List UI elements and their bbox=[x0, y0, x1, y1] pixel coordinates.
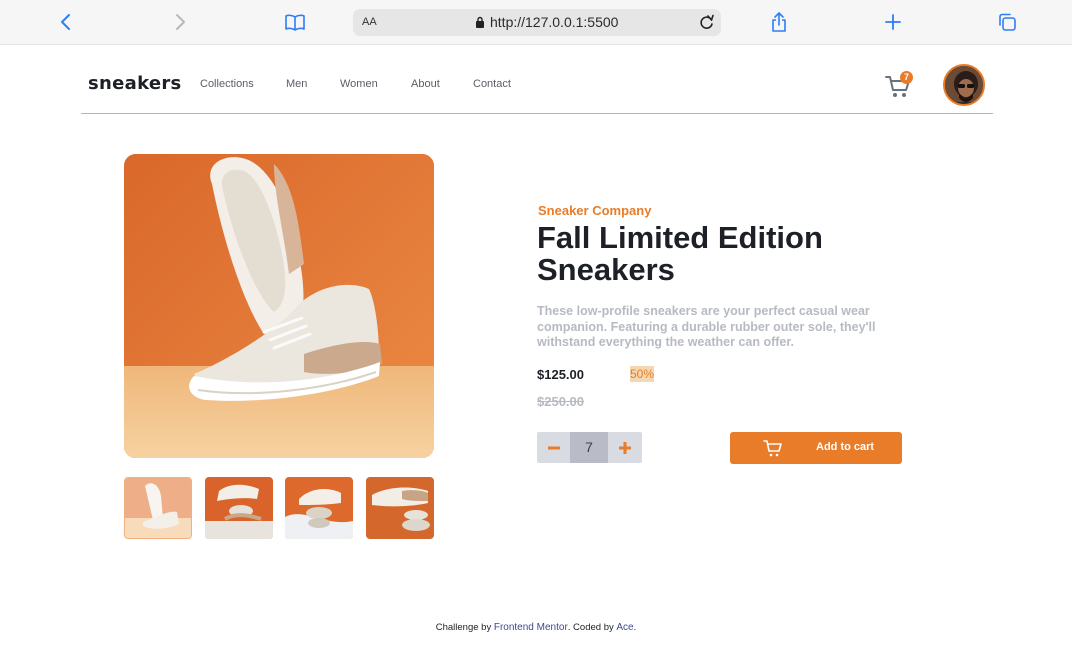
nav-collections[interactable]: Collections bbox=[200, 78, 286, 90]
minus-icon bbox=[547, 446, 560, 449]
main-nav: Collections Men Women About Contact bbox=[200, 78, 523, 90]
nav-women[interactable]: Women bbox=[340, 78, 411, 90]
nav-about[interactable]: About bbox=[411, 78, 473, 90]
footer-attribution: Challenge by Frontend Mentor. Coded by A… bbox=[0, 622, 1072, 633]
avatar-image bbox=[945, 66, 983, 104]
footer-suffix: . bbox=[633, 622, 637, 633]
quantity-increase-button[interactable] bbox=[608, 432, 642, 463]
reload-icon[interactable] bbox=[698, 13, 716, 31]
quantity-stepper: 7 bbox=[537, 432, 642, 463]
nav-contact[interactable]: Contact bbox=[473, 78, 523, 90]
chevron-left-icon bbox=[61, 14, 70, 30]
product-company: Sneaker Company bbox=[538, 203, 652, 218]
share-icon bbox=[772, 12, 786, 32]
add-to-cart-label: Add to cart bbox=[816, 441, 875, 453]
footer-prefix: Challenge by bbox=[435, 622, 492, 633]
add-to-cart-button[interactable]: Add to cart bbox=[730, 432, 902, 464]
product-price: $125.00 bbox=[537, 367, 584, 382]
share-button[interactable] bbox=[766, 10, 792, 34]
logo[interactable]: sneakers bbox=[88, 73, 182, 94]
header-divider bbox=[81, 113, 993, 114]
url-text: http://127.0.0.1:5500 bbox=[490, 14, 619, 30]
product-description: These low-profile sneakers are your perf… bbox=[537, 304, 876, 349]
plus-icon bbox=[619, 441, 631, 454]
product-main-image[interactable] bbox=[124, 154, 434, 458]
tabs-button[interactable] bbox=[994, 10, 1020, 34]
cart-count-badge: 7 bbox=[900, 71, 913, 84]
cart-icon bbox=[763, 440, 782, 457]
product-title: Fall Limited Edition Sneakers bbox=[537, 220, 823, 287]
book-icon bbox=[285, 14, 305, 31]
text-size-label: AA bbox=[362, 16, 377, 28]
product-thumbnail-2[interactable] bbox=[205, 477, 273, 539]
tabs-icon bbox=[999, 13, 1016, 31]
chevron-right-icon bbox=[176, 14, 185, 30]
thumbnail-image bbox=[125, 478, 191, 538]
product-thumbnail-4[interactable] bbox=[366, 477, 434, 539]
thumbnail-image bbox=[205, 477, 273, 539]
lock-icon bbox=[476, 16, 484, 28]
cart-button[interactable]: 7 bbox=[884, 71, 914, 100]
discount-badge: 50% bbox=[630, 366, 655, 382]
frontend-mentor-link[interactable]: Frontend Mentor bbox=[494, 622, 568, 633]
footer-middle: . Coded by bbox=[567, 622, 614, 633]
text-size-button[interactable]: AA bbox=[362, 16, 377, 28]
thumbnail-image bbox=[366, 477, 434, 539]
back-button[interactable] bbox=[53, 10, 79, 34]
address-bar[interactable]: AA http://127.0.0.1:5500 bbox=[353, 9, 721, 36]
product-thumbnail-3[interactable] bbox=[285, 477, 353, 539]
plus-icon bbox=[885, 14, 901, 30]
browser-toolbar: AA http://127.0.0.1:5500 bbox=[0, 0, 1072, 45]
thumbnail-image bbox=[285, 477, 353, 539]
quantity-value[interactable]: 7 bbox=[570, 432, 608, 463]
sneaker-photo bbox=[124, 154, 434, 458]
quantity-decrease-button[interactable] bbox=[537, 432, 570, 463]
author-link[interactable]: Ace bbox=[616, 622, 633, 633]
bookmarks-button[interactable] bbox=[282, 10, 308, 34]
avatar[interactable] bbox=[943, 64, 985, 106]
original-price: $250.00 bbox=[537, 394, 584, 409]
new-tab-button[interactable] bbox=[880, 10, 906, 34]
nav-men[interactable]: Men bbox=[286, 78, 340, 90]
forward-button[interactable] bbox=[167, 10, 193, 34]
product-thumbnail-1[interactable] bbox=[124, 477, 192, 539]
